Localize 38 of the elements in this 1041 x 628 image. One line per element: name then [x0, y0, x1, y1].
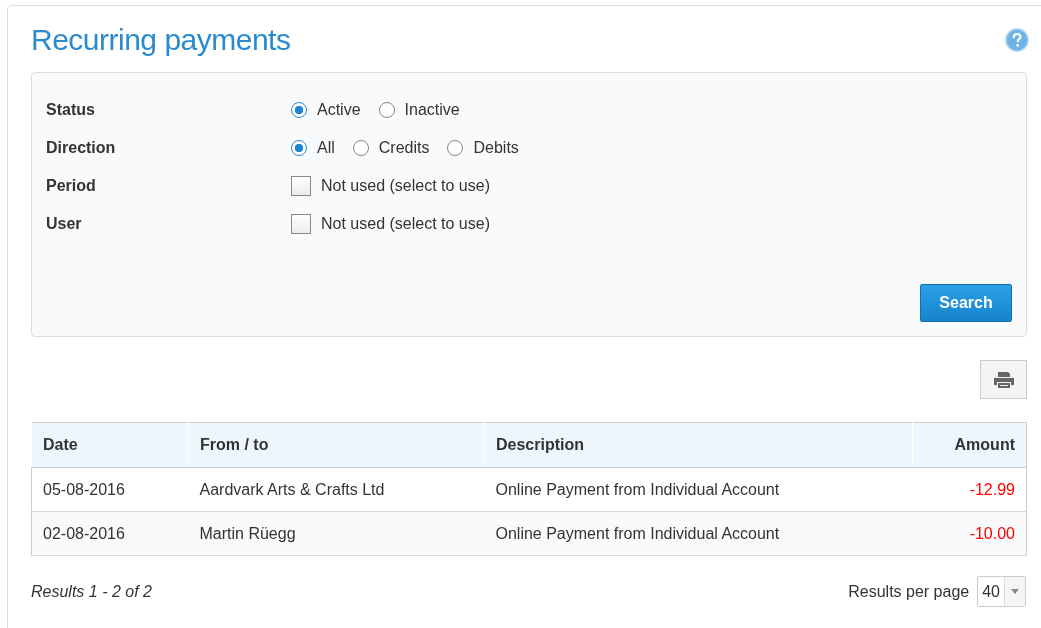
checkbox-label: Not used (select to use) — [321, 177, 490, 195]
table-cell: 02-08-2016 — [31, 511, 189, 556]
table-cell: Aardvark Arts & Crafts Ltd — [188, 467, 485, 512]
column-header[interactable]: Date — [31, 422, 189, 468]
table-cell: Martin Rüegg — [188, 511, 485, 556]
column-header[interactable]: From / to — [188, 422, 485, 468]
help-icon[interactable] — [1005, 28, 1029, 52]
filter-label: User — [46, 215, 83, 233]
caret-icon — [1011, 589, 1019, 594]
results-summary: Results 1 - 2 of 2 — [31, 582, 152, 601]
table-cell: 05-08-2016 — [31, 467, 189, 512]
filter-label: Direction — [46, 139, 117, 157]
table-cell: Online Payment from Individual Account — [484, 467, 913, 512]
radio-label: Inactive — [404, 101, 460, 119]
radio-label: Active — [317, 101, 361, 119]
filter-label: Status — [46, 101, 96, 119]
radio-label: All — [317, 139, 335, 157]
results-per-page-label: Results per page — [848, 582, 970, 601]
column-header[interactable]: Amount — [912, 422, 1027, 468]
radio-label: Debits — [473, 139, 519, 157]
table-cell: Online Payment from Individual Account — [484, 511, 913, 556]
printer-icon — [992, 370, 1015, 389]
table-cell: -12.99 — [912, 467, 1027, 512]
radio-button[interactable] — [378, 102, 395, 118]
radio-button[interactable] — [447, 140, 464, 156]
print-button[interactable] — [980, 360, 1027, 399]
column-header[interactable]: Description — [484, 422, 913, 468]
radio-button[interactable] — [291, 102, 307, 118]
checkbox[interactable] — [291, 214, 311, 234]
filter-label: Period — [46, 177, 97, 195]
radio-label: Credits — [378, 139, 430, 157]
radio-button[interactable] — [352, 140, 369, 156]
checkbox[interactable] — [291, 176, 311, 196]
radio-button[interactable] — [291, 140, 307, 156]
checkbox-label: Not used (select to use) — [321, 215, 490, 233]
page-title: Recurring payments — [31, 23, 291, 57]
table-cell: -10.00 — [912, 511, 1027, 556]
results-per-page-select[interactable]: 40 — [977, 576, 1026, 607]
